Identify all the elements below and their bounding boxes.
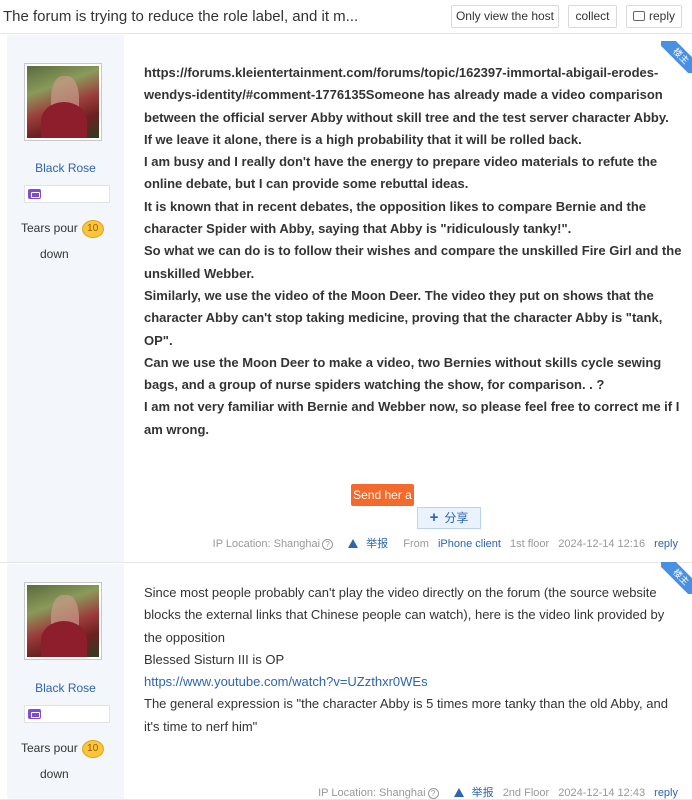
- post-paragraph: The general expression is "the character…: [144, 696, 668, 734]
- level-badge: [24, 705, 110, 723]
- post-time: 2024-12-14 12:16: [558, 538, 646, 550]
- floor-number: 1st floor: [510, 538, 550, 550]
- post-paragraph: If we leave it alone, there is a high pr…: [144, 131, 582, 147]
- post-paragraph: I am busy and I really don't have the en…: [144, 154, 658, 192]
- post-paragraph: Can we use the Moon Deer to make a video…: [144, 354, 662, 393]
- post-paragraph: It is known that in recent debates, the …: [144, 198, 647, 237]
- post-paragraph: I am not very familiar with Bernie and W…: [144, 399, 680, 437]
- avatar[interactable]: [24, 582, 102, 660]
- post-paragraph: Similarly, we use the video of the Moon …: [144, 287, 663, 348]
- ip-location: IP Location: Shanghai?: [207, 538, 334, 550]
- reply-link[interactable]: reply: [654, 538, 678, 550]
- share-button[interactable]: + 分享: [417, 507, 481, 529]
- fan-level-badge: 10: [81, 740, 104, 758]
- post-meta: IP Location: Shanghai? 举报 2nd Floor 2024…: [306, 784, 678, 800]
- help-icon: ?: [322, 539, 334, 550]
- post-time: 2024-12-14 12:43: [558, 787, 646, 799]
- author-sidebar: Black Rose Tears pour 10 down: [7, 564, 124, 799]
- client-link[interactable]: iPhone client: [438, 538, 501, 550]
- fan-level-badge: 10: [81, 220, 104, 238]
- post-body: https://forums.kleientertainment.com/for…: [144, 62, 682, 441]
- reply-button-label: reply: [648, 9, 675, 23]
- plus-icon: +: [429, 509, 439, 526]
- only-view-host-button[interactable]: Only view the host: [451, 5, 559, 28]
- level-badge: [24, 185, 110, 203]
- fan-title-sub: down: [40, 247, 69, 261]
- reply-button[interactable]: reply: [626, 5, 682, 28]
- post-body: Since most people probably can't play th…: [144, 582, 682, 738]
- username-link[interactable]: Black Rose: [7, 161, 124, 175]
- send-gift-button[interactable]: Send her a: [351, 484, 414, 506]
- avatar[interactable]: [24, 63, 102, 141]
- author-sidebar: Black Rose Tears pour 10 down: [7, 35, 124, 562]
- post-paragraph: Since most people probably can't play th…: [144, 585, 665, 645]
- post-meta: IP Location: Shanghai? 举报 From iPhone cl…: [201, 535, 678, 551]
- floor-number: 2nd Floor: [502, 787, 550, 799]
- warning-icon: [453, 788, 464, 797]
- post-paragraph: So what we can do is to follow their wis…: [144, 243, 682, 281]
- level-icon: [28, 709, 41, 719]
- warning-icon: [348, 539, 359, 548]
- thread-header: The forum is trying to reduce the role l…: [0, 0, 692, 34]
- collect-button[interactable]: collect: [568, 5, 617, 28]
- fan-title-sub: down: [40, 767, 69, 781]
- post-paragraph: https://forums.kleientertainment.com/for…: [144, 65, 669, 125]
- help-icon: ?: [427, 788, 439, 799]
- report-link[interactable]: 举报: [342, 538, 388, 550]
- ip-location: IP Location: Shanghai?: [312, 787, 439, 799]
- report-link[interactable]: 举报: [448, 787, 494, 799]
- fan-title: Tears pour 10: [21, 740, 104, 758]
- level-icon: [28, 189, 41, 199]
- post-floor-2: Black Rose Tears pour 10 down 楼主 Since mo…: [0, 562, 692, 800]
- post-content-area: 楼主 Since most people probably can't play…: [124, 562, 692, 800]
- username-link[interactable]: Black Rose: [7, 681, 124, 695]
- fan-title: Tears pour 10: [21, 220, 104, 238]
- comment-icon: [632, 11, 645, 21]
- post-paragraph: Blessed Sisturn III is OP: [144, 651, 285, 667]
- post-floor-1: Black Rose Tears pour 10 down 楼主 https://…: [0, 35, 692, 563]
- client-info: From iPhone client: [403, 538, 501, 550]
- video-link[interactable]: https://www.youtube.com/watch?v=UZzthxr0…: [144, 674, 428, 689]
- reply-link[interactable]: reply: [654, 787, 678, 799]
- post-content-area: 楼主 https://forums.kleientertainment.com/…: [124, 35, 692, 562]
- thread-title: The forum is trying to reduce the role l…: [3, 8, 359, 25]
